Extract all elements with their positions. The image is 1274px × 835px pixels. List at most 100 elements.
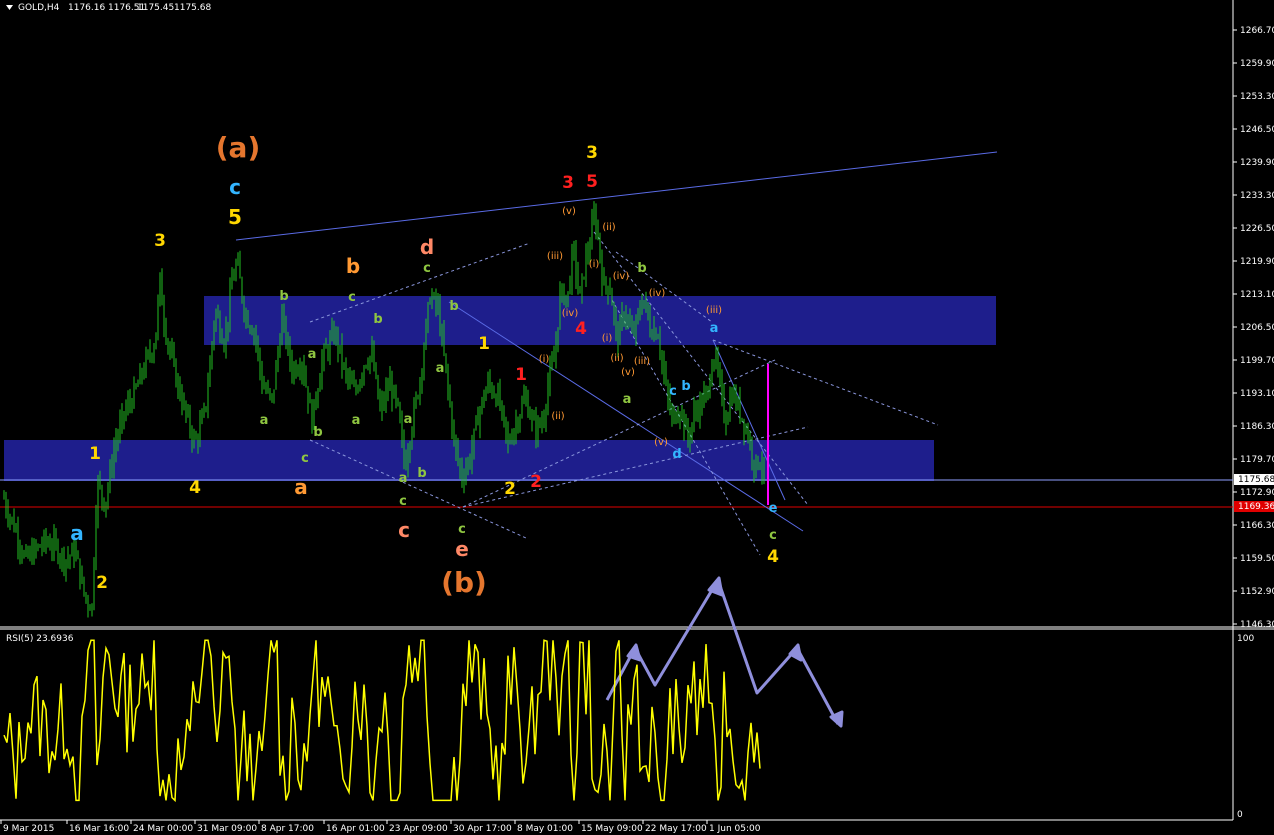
wave-label[interactable]: b xyxy=(681,379,690,394)
price-tick-label: 1159.50 xyxy=(1240,554,1274,564)
wave-label[interactable]: 4 xyxy=(767,547,779,567)
wave-label[interactable]: 4 xyxy=(575,319,587,339)
wave-label[interactable]: a xyxy=(710,321,719,336)
wave-label[interactable]: b xyxy=(313,425,322,440)
support-zone[interactable] xyxy=(4,440,934,481)
price-tick-label: 1199.70 xyxy=(1240,356,1274,366)
wave-label[interactable]: 1 xyxy=(478,334,490,354)
open-value: 1176.16 xyxy=(68,3,105,13)
price-tick-label: 1186.30 xyxy=(1240,422,1274,432)
wave-label[interactable]: b xyxy=(373,312,382,327)
wave-label[interactable]: 5 xyxy=(586,172,598,192)
wave-label[interactable]: (ii) xyxy=(551,411,564,422)
price-tick-label: 1259.90 xyxy=(1240,59,1274,69)
wave-label[interactable]: b xyxy=(346,254,360,278)
symbol-label: GOLD,H4 xyxy=(18,3,60,13)
wave-label[interactable]: e xyxy=(455,537,469,561)
wave-label[interactable]: c xyxy=(769,528,777,543)
low-value: 1175.45 xyxy=(137,3,174,13)
wave-label[interactable]: 3 xyxy=(562,173,574,193)
wave-label[interactable]: 2 xyxy=(96,573,108,593)
rsi-scale-0: 0 xyxy=(1237,810,1243,820)
wave-label[interactable]: (a) xyxy=(216,131,261,164)
price-tick-label: 1193.10 xyxy=(1240,389,1274,399)
wave-label[interactable]: c xyxy=(669,384,677,399)
wave-label[interactable]: (ii) xyxy=(602,222,615,233)
close-value: 1175.68 xyxy=(174,3,211,13)
time-tick-label: 30 Apr 17:00 xyxy=(453,824,512,834)
wave-label[interactable]: b xyxy=(279,289,288,304)
wave-label[interactable]: b xyxy=(449,299,458,314)
wave-label[interactable]: (i) xyxy=(589,259,600,270)
wave-label[interactable]: 1 xyxy=(515,365,527,385)
red-price-tag-text: 1169.36 xyxy=(1238,502,1274,512)
wave-label[interactable]: a xyxy=(294,475,308,499)
time-tick-label: 16 Apr 01:00 xyxy=(326,824,385,834)
price-tick-label: 1213.10 xyxy=(1240,290,1274,300)
price-tick-label: 1179.70 xyxy=(1240,455,1274,465)
wave-label[interactable]: 1 xyxy=(89,444,101,464)
time-tick-label: 22 May 17:00 xyxy=(645,824,707,834)
wave-label[interactable]: (iv) xyxy=(613,271,630,282)
wave-label[interactable]: (v) xyxy=(562,206,576,217)
wave-label[interactable]: e xyxy=(769,501,778,516)
wave-label[interactable]: (v) xyxy=(621,367,635,378)
wave-label[interactable]: (iv) xyxy=(562,308,579,319)
price-tick-label: 1233.30 xyxy=(1240,191,1274,201)
wave-label[interactable]: c xyxy=(423,261,431,276)
wave-label[interactable]: c xyxy=(301,451,309,466)
wave-label[interactable]: a xyxy=(436,361,445,376)
wave-label[interactable]: a xyxy=(70,521,84,545)
wave-label[interactable]: c xyxy=(399,494,407,509)
price-tick-label: 1219.90 xyxy=(1240,257,1274,267)
time-tick-label: 8 Apr 17:00 xyxy=(261,824,314,834)
price-tick-label: 1239.90 xyxy=(1240,158,1274,168)
price-tick-label: 1146.30 xyxy=(1240,620,1274,630)
price-tick-label: 1172.90 xyxy=(1240,488,1274,498)
rsi-header: RSI(5) 23.6936 xyxy=(6,634,74,644)
wave-label[interactable]: c xyxy=(348,290,356,305)
wave-label[interactable]: 2 xyxy=(530,472,542,492)
wave-label[interactable]: (iii) xyxy=(706,305,722,316)
wave-label[interactable]: c xyxy=(229,175,241,199)
wave-label[interactable]: a xyxy=(260,413,269,428)
price-tick-label: 1206.50 xyxy=(1240,323,1274,333)
wave-label[interactable]: (i) xyxy=(602,333,613,344)
wave-label[interactable]: a xyxy=(308,347,317,362)
wave-label[interactable]: c xyxy=(458,522,466,537)
wave-label[interactable]: d xyxy=(672,447,681,462)
wave-label[interactable]: (ii) xyxy=(610,353,623,364)
wave-label[interactable]: (iv) xyxy=(649,288,666,299)
price-tick-label: 1166.30 xyxy=(1240,521,1274,531)
time-tick-label: 23 Apr 09:00 xyxy=(389,824,448,834)
wave-label[interactable]: 3 xyxy=(586,143,598,163)
wave-label[interactable]: 2 xyxy=(504,479,516,499)
price-tick-label: 1266.70 xyxy=(1240,26,1274,36)
time-tick-label: 15 May 09:00 xyxy=(581,824,643,834)
time-tick-label: 16 Mar 16:00 xyxy=(69,824,129,834)
price-tick-label: 1152.90 xyxy=(1240,587,1274,597)
wave-label[interactable]: a xyxy=(352,413,361,428)
time-tick-label: 8 May 01:00 xyxy=(517,824,573,834)
wave-label[interactable]: 4 xyxy=(189,478,201,498)
time-tick-label: 24 Mar 00:00 xyxy=(133,824,193,834)
wave-label[interactable]: b xyxy=(417,466,426,481)
wave-label[interactable]: d xyxy=(420,235,434,259)
wave-label[interactable]: a xyxy=(623,392,632,407)
time-tick-label: 9 Mar 2015 xyxy=(3,824,54,834)
time-tick-label: 1 Jun 05:00 xyxy=(709,824,761,834)
wave-label[interactable]: (iii) xyxy=(547,251,563,262)
wave-label[interactable]: a xyxy=(399,471,408,486)
current-price-tag-text: 1175.68 xyxy=(1238,475,1274,485)
wave-label[interactable]: a xyxy=(404,412,413,427)
wave-label[interactable]: c xyxy=(398,518,410,542)
resistance-zone[interactable] xyxy=(204,296,996,345)
wave-label[interactable]: (i) xyxy=(539,354,550,365)
gold-h4-chart[interactable]: (a)(b)c53142abadceb cbaa abccaabcabcbac121… xyxy=(0,0,1274,835)
wave-label[interactable]: b xyxy=(637,261,646,276)
wave-label[interactable]: 3 xyxy=(154,231,166,251)
wave-label[interactable]: 5 xyxy=(228,205,242,229)
wave-label[interactable]: (b) xyxy=(441,566,487,599)
wave-label[interactable]: (v) xyxy=(654,437,668,448)
wave-label[interactable]: (iii) xyxy=(634,356,650,367)
